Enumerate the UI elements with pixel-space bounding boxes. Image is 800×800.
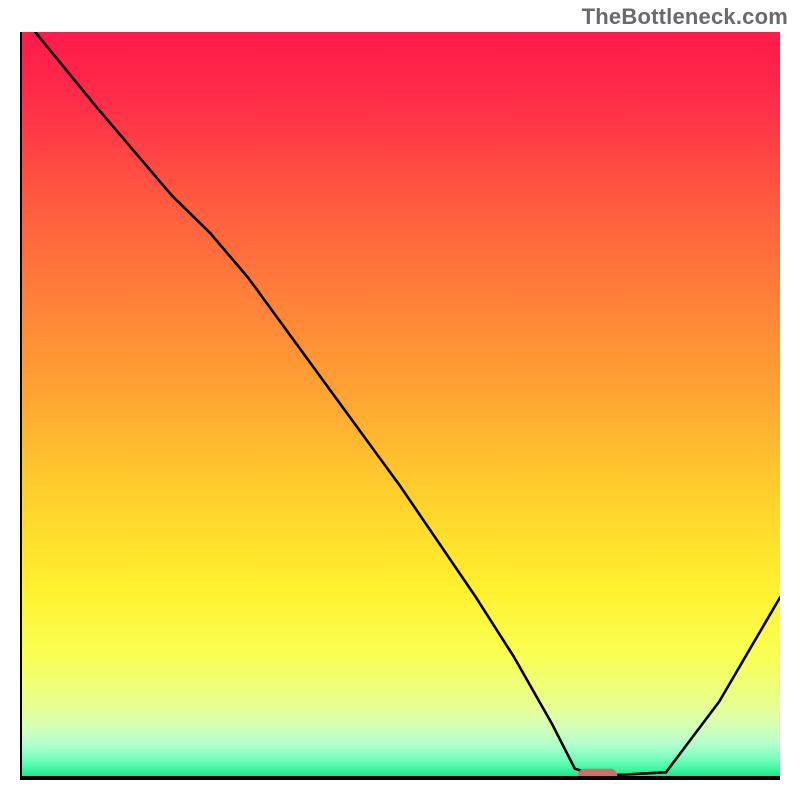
watermark-label: TheBottleneck.com bbox=[582, 4, 788, 30]
plot-area bbox=[20, 32, 780, 780]
gradient-background bbox=[20, 32, 780, 776]
bottleneck-chart bbox=[20, 32, 780, 780]
